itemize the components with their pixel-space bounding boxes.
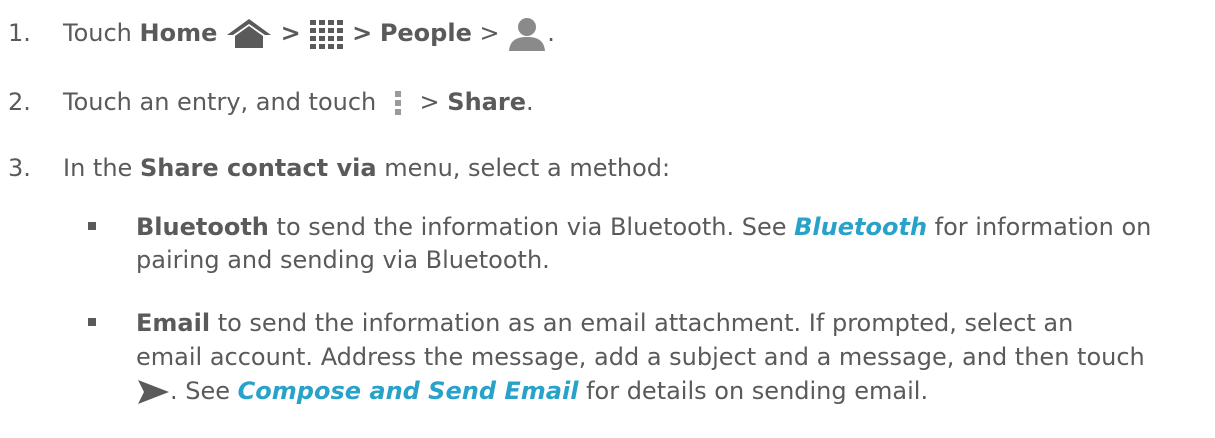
bullet-icon [88,318,96,326]
send-icon [136,377,170,407]
step-end: . [547,19,555,47]
separator: > [280,19,301,47]
home-icon [225,16,273,52]
person-icon [507,16,547,52]
share-label: Share [447,88,526,116]
option-text: pairing and sending via Bluetooth. [136,246,550,274]
compose-email-link[interactable]: Compose and Send Email [238,377,579,405]
home-label: Home [139,19,218,47]
menu-dots-icon [384,87,412,119]
list-item-line: Email to send the information as an emai… [136,305,1073,341]
separator: > [352,19,373,47]
step-3: 3. In the Share contact via menu, select … [8,150,670,186]
option-name: Bluetooth [136,213,269,241]
step-number: 3. [8,154,31,182]
option-text: to send the information via Bluetooth. S… [276,213,787,241]
step-text: Touch [63,19,132,47]
option-text: for details on sending email. [586,377,929,405]
option-text: to send the information as an email atta… [217,309,1074,337]
step-end: . [525,88,534,116]
list-item-line: . See Compose and Send Email for details… [136,373,928,409]
step-text: Touch an entry, and touch [63,88,377,116]
menu-name: Share contact via [139,154,377,182]
step-number: 1. [8,19,31,47]
apps-grid-icon [308,18,344,50]
step-2: 2. Touch an entry, and touch > Share. [8,84,534,120]
option-text: for information on [934,213,1152,241]
option-name: Email [136,309,211,337]
step-text: menu, select a method: [384,154,671,182]
bullet-icon [88,222,96,230]
people-label: People [379,19,472,47]
list-item-line: pairing and sending via Bluetooth. [136,242,550,278]
list-item-line: Bluetooth to send the information via Bl… [136,209,1151,245]
step-1: 1. Touch Home > > People > . [8,15,555,51]
option-text: email account. Address the message, add … [136,343,1145,371]
separator: > [479,19,500,47]
step-text: In the [63,154,133,182]
separator: > [419,88,440,116]
step-number: 2. [8,88,31,116]
list-item-line: email account. Address the message, add … [136,339,1145,375]
option-text: . See [170,377,231,405]
bluetooth-link[interactable]: Bluetooth [794,213,927,241]
